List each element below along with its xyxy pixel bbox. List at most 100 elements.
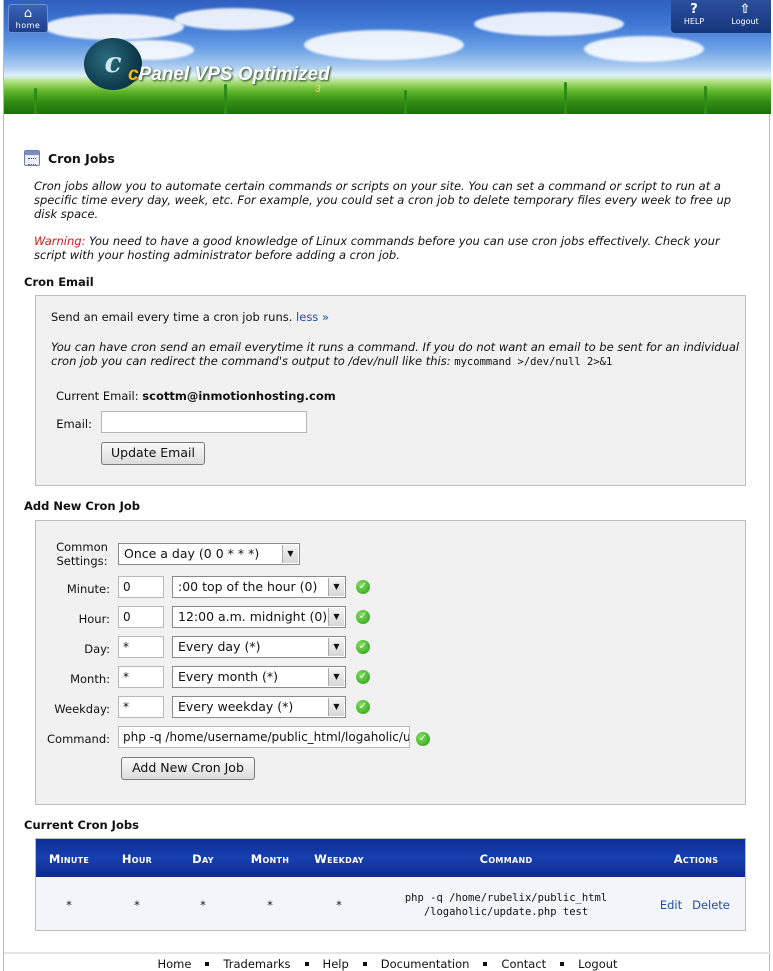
weekday-select-value: Every weekday (*) xyxy=(178,699,294,714)
footer-contact-link[interactable]: Contact xyxy=(501,957,546,971)
col-day: Day xyxy=(192,852,214,866)
row-command: php -q /home/rubelix/public_html /logaho… xyxy=(376,891,636,919)
month-input[interactable]: * xyxy=(118,666,164,688)
separator xyxy=(560,961,565,966)
warning-body: You need to have a good knowledge of Lin… xyxy=(34,234,720,262)
command-label: Command: xyxy=(47,732,110,746)
email-note-text: You can have cron send an email everytim… xyxy=(51,340,740,368)
intro-text: Cron jobs allow you to automate certain … xyxy=(34,179,732,221)
minute-input[interactable]: 0 xyxy=(118,576,164,598)
logo-version: 3 xyxy=(315,84,321,95)
common-settings-select[interactable]: Once a day (0 0 * * *) ▼ xyxy=(118,543,300,565)
help-button[interactable]: ? HELP xyxy=(683,2,705,27)
row-command-line1: php -q /home/rubelix/public_html xyxy=(404,892,608,904)
warning-label: Warning: xyxy=(34,234,86,248)
check-icon: ✓ xyxy=(356,640,370,654)
less-link[interactable]: less » xyxy=(296,310,329,324)
table-header: Minute Hour Day Month Weekday Command Ac… xyxy=(36,839,745,877)
help-label: HELP xyxy=(683,17,705,26)
separator xyxy=(205,961,210,966)
logo-c: c xyxy=(128,64,139,85)
day-input[interactable]: * xyxy=(118,636,164,658)
logout-label: Logout xyxy=(731,17,759,26)
row-day: * xyxy=(200,898,206,912)
chevron-down-icon: ▼ xyxy=(328,668,344,686)
minute-select[interactable]: :00 top of the hour (0) ▼ xyxy=(172,576,346,598)
grass-decor xyxy=(564,82,567,114)
separator xyxy=(304,961,309,966)
row-command-line2: /logaholic/update.php test xyxy=(423,906,589,918)
month-select[interactable]: Every month (*) ▼ xyxy=(172,666,346,688)
cloud-decor xyxy=(474,12,624,36)
weekday-input[interactable]: * xyxy=(118,696,164,718)
home-label: home xyxy=(15,21,41,30)
day-label: Day: xyxy=(84,642,110,656)
footer-logout-link[interactable]: Logout xyxy=(578,957,617,971)
row-hour: * xyxy=(134,898,140,912)
help-icon: ? xyxy=(690,2,698,17)
col-command: Command xyxy=(479,852,533,866)
common-settings-label: Common Settings: xyxy=(56,540,108,568)
email-field[interactable] xyxy=(101,411,307,433)
check-icon: ✓ xyxy=(356,610,370,624)
footer-documentation-link[interactable]: Documentation xyxy=(381,957,470,971)
footer-home-link[interactable]: Home xyxy=(157,957,191,971)
current-email-value: scottm@inmotionhosting.com xyxy=(142,389,336,403)
logout-button[interactable]: ⇧ Logout xyxy=(725,2,765,27)
footer-divider xyxy=(4,952,771,954)
col-minute: Minute xyxy=(48,852,90,866)
hour-label: Hour: xyxy=(78,612,110,626)
separator xyxy=(483,961,488,966)
separator xyxy=(362,961,367,966)
logo-name: Panel VPS Optimized xyxy=(138,64,330,85)
common-settings-value: Once a day (0 0 * * *) xyxy=(124,546,260,561)
month-select-value: Every month (*) xyxy=(178,669,279,684)
current-jobs-table: Minute Hour Day Month Weekday Command Ac… xyxy=(35,838,746,931)
chevron-down-icon: ▼ xyxy=(328,608,344,626)
command-input[interactable]: php -q /home/username/public_html/logaho… xyxy=(118,726,410,748)
edit-link[interactable]: Edit xyxy=(656,898,686,912)
home-icon: ⌂ xyxy=(23,6,33,21)
page-frame: ⌂ home c cPanel VPS Optimized 3 ? HELP ⇧… xyxy=(3,0,771,971)
cloud-decor xyxy=(304,30,464,60)
chevron-down-icon: ▼ xyxy=(282,545,298,563)
chevron-down-icon: ▼ xyxy=(328,638,344,656)
logout-icon: ⇧ xyxy=(739,2,751,17)
calendar-icon xyxy=(24,150,40,166)
minute-select-value: :00 top of the hour (0) xyxy=(178,579,318,594)
email-summary: Send an email every time a cron job runs… xyxy=(51,310,329,324)
grass-decor xyxy=(704,86,707,114)
check-icon: ✓ xyxy=(356,670,370,684)
home-button[interactable]: ⌂ home xyxy=(8,4,48,33)
row-month: * xyxy=(267,898,273,912)
hour-select[interactable]: 12:00 a.m. midnight (0) ▼ xyxy=(172,606,346,628)
current-jobs-heading: Current Cron Jobs xyxy=(24,818,139,832)
cloud-decor xyxy=(44,14,184,40)
hour-input[interactable]: 0 xyxy=(118,606,164,628)
add-cron-heading: Add New Cron Job xyxy=(24,499,141,513)
email-note-code: mycommand >/dev/null 2>&1 xyxy=(454,356,613,368)
row-weekday: * xyxy=(336,898,342,912)
email-summary-text: Send an email every time a cron job runs… xyxy=(51,310,297,324)
chevron-down-icon: ▼ xyxy=(328,578,344,596)
month-label: Month: xyxy=(70,672,110,686)
col-hour: Hour xyxy=(121,852,153,866)
footer-help-link[interactable]: Help xyxy=(323,957,349,971)
delete-link[interactable]: Delete xyxy=(689,898,733,912)
weekday-select[interactable]: Every weekday (*) ▼ xyxy=(172,696,346,718)
header-banner: ⌂ home c cPanel VPS Optimized 3 ? HELP ⇧… xyxy=(4,0,771,114)
cron-email-heading: Cron Email xyxy=(24,275,94,289)
day-select[interactable]: Every day (*) ▼ xyxy=(172,636,346,658)
current-email-label: Current Email: xyxy=(56,389,143,403)
day-select-value: Every day (*) xyxy=(178,639,261,654)
row-minute: * xyxy=(66,898,72,912)
top-right-nav: ? HELP ⇧ Logout xyxy=(671,0,771,33)
col-actions: Actions xyxy=(673,852,719,866)
check-icon: ✓ xyxy=(356,700,370,714)
cloud-decor xyxy=(174,8,294,30)
footer-trademarks-link[interactable]: Trademarks xyxy=(223,957,290,971)
update-email-button[interactable]: Update Email xyxy=(101,442,205,465)
add-cron-job-button[interactable]: Add New Cron Job xyxy=(121,757,255,780)
current-email: Current Email: scottm@inmotionhosting.co… xyxy=(56,389,336,403)
warning-text: Warning: You need to have a good knowled… xyxy=(34,234,746,262)
